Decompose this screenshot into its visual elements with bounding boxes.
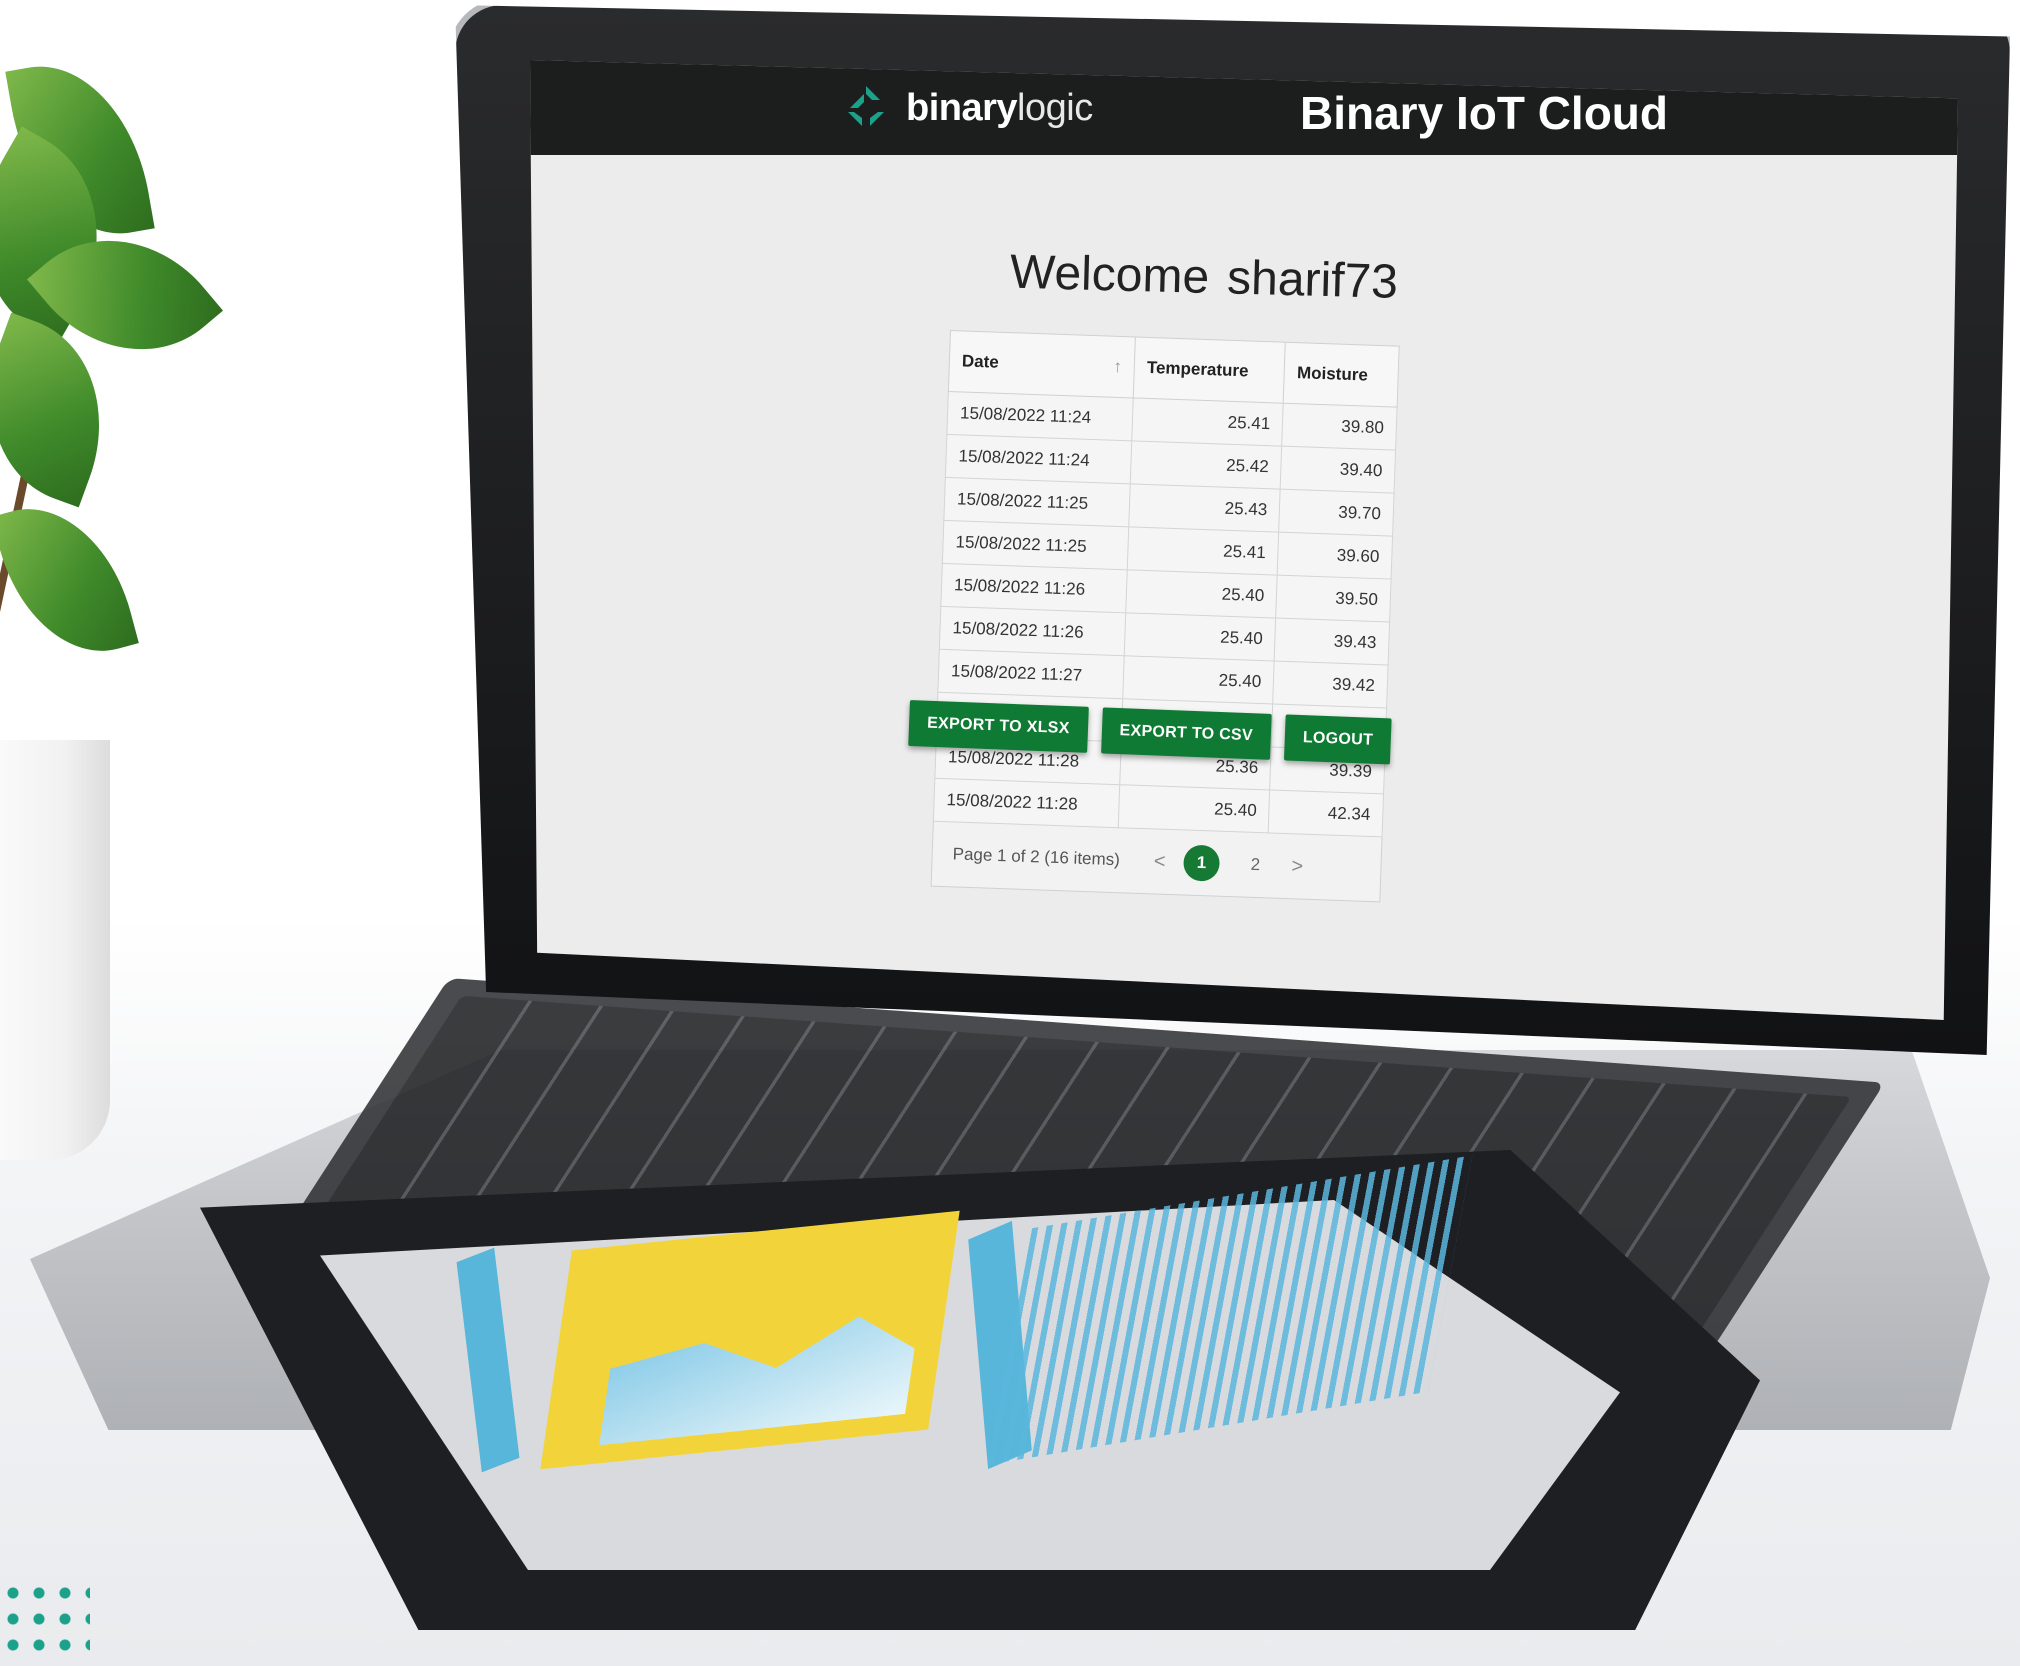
pager-prev-icon[interactable]: < — [1153, 850, 1165, 873]
pager-page-1[interactable]: 1 — [1182, 844, 1221, 882]
column-header-label: Moisture — [1296, 363, 1369, 385]
cell-date: 15/08/2022 11:26 — [939, 606, 1126, 656]
plant-leaf — [0, 488, 139, 672]
cell-temperature: 25.42 — [1130, 440, 1282, 490]
export-csv-button[interactable]: EXPORT TO CSV — [1100, 707, 1272, 760]
cell-date: 15/08/2022 11:28 — [933, 778, 1120, 828]
cell-date: 15/08/2022 11:26 — [940, 563, 1128, 613]
binarylogic-logo-icon — [848, 86, 884, 126]
cell-date: 15/08/2022 11:27 — [937, 649, 1125, 699]
pager-page-2[interactable]: 2 — [1237, 846, 1274, 883]
cell-temperature: 25.41 — [1131, 397, 1284, 447]
app-title: Binary IoT Cloud — [1300, 87, 1668, 139]
cell-temperature: 25.40 — [1118, 784, 1270, 833]
column-header-date[interactable]: Date ↑ — [948, 330, 1136, 398]
cell-date: 15/08/2022 11:24 — [946, 391, 1134, 441]
brand-name-bold: binary — [906, 86, 1018, 129]
table-body: 15/08/2022 11:24 25.41 39.80 15/08/2022 11… — [933, 391, 1398, 837]
export-xlsx-button[interactable]: EXPORT TO XLSX — [908, 700, 1089, 753]
cell-moisture: 39.60 — [1277, 532, 1393, 580]
cell-date: 15/08/2022 11:24 — [945, 434, 1132, 484]
photo-scene: binarylogic Binary IoT Cloud Welcome shar… — [0, 0, 2020, 1666]
cell-moisture: 39.43 — [1274, 618, 1390, 665]
cell-moisture: 39.50 — [1275, 575, 1392, 623]
brand-name-light: logic — [1017, 86, 1093, 129]
column-header-label: Date — [961, 351, 1000, 372]
data-grid: Date ↑ Temperature Moisture 15/08/2022 1… — [930, 330, 1400, 903]
laptop-screen: binarylogic Binary IoT Cloud Welcome shar… — [530, 60, 1958, 1020]
cell-date: 15/08/2022 11:25 — [942, 520, 1129, 570]
cell-moisture: 39.42 — [1272, 661, 1389, 708]
cell-temperature: 25.40 — [1125, 569, 1278, 619]
pager-next-icon[interactable]: > — [1291, 855, 1303, 878]
cell-moisture: 39.80 — [1281, 403, 1398, 451]
sort-ascending-icon[interactable]: ↑ — [1113, 357, 1122, 377]
brand-name: binarylogic — [906, 87, 1093, 130]
cell-moisture: 42.34 — [1268, 789, 1384, 837]
cell-moisture: 39.40 — [1280, 446, 1396, 494]
welcome-heading: Welcome sharif73 — [1009, 245, 1416, 311]
decorative-dots — [0, 1580, 90, 1660]
pager-summary: Page 1 of 2 (16 items) — [952, 844, 1121, 870]
cell-temperature: 25.41 — [1127, 526, 1279, 576]
welcome-greeting: Welcome — [1009, 245, 1210, 304]
column-header-temperature[interactable]: Temperature — [1133, 336, 1286, 404]
welcome-username: sharif73 — [1226, 251, 1399, 309]
cell-temperature: 25.40 — [1122, 655, 1275, 704]
column-header-label: Temperature — [1146, 357, 1249, 381]
cell-temperature: 25.43 — [1128, 483, 1281, 533]
brand-logo[interactable]: binarylogic — [840, 82, 1093, 134]
logout-button[interactable]: LOGOUT — [1283, 714, 1392, 765]
plant-pot — [0, 740, 110, 1160]
cell-temperature: 25.40 — [1124, 612, 1276, 662]
cell-date: 15/08/2022 11:25 — [943, 477, 1131, 527]
column-header-moisture[interactable]: Moisture — [1283, 342, 1400, 408]
cell-moisture: 39.70 — [1278, 489, 1395, 537]
